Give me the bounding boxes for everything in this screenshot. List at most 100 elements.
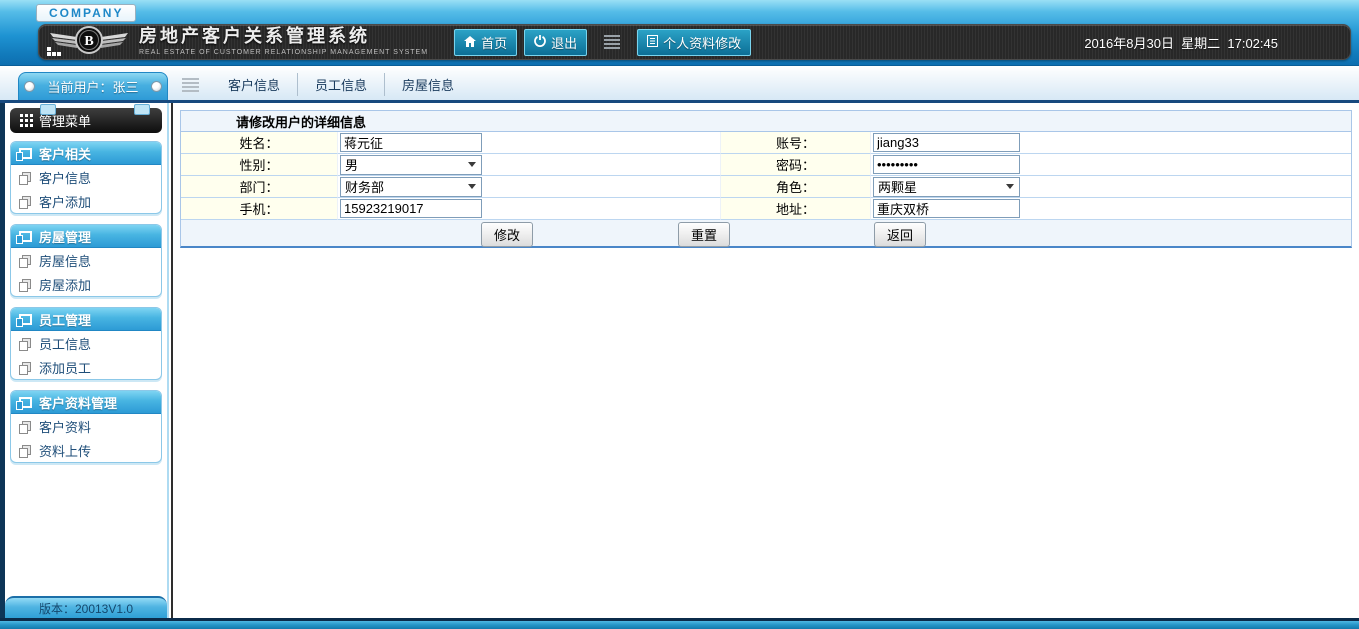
department-label: 部门： (181, 176, 338, 198)
sidebar-item-employee-add[interactable]: 添加员工 (11, 355, 161, 379)
logout-button[interactable]: 退出 (524, 28, 588, 56)
sidebar-item-customer-data[interactable]: 客户资料 (11, 414, 161, 438)
subnav-link-employee-info[interactable]: 员工信息 (298, 73, 386, 96)
user-edit-form: 请修改用户的详细信息 姓名： 账号： 性别： 男 密码： (180, 110, 1352, 248)
home-button[interactable]: 首页 (454, 28, 518, 56)
home-button-label: 首页 (481, 35, 508, 51)
subnav-link-house-info[interactable]: 房屋信息 (385, 73, 471, 96)
page-icon (19, 279, 31, 292)
sidebar-item-label: 客户添加 (39, 194, 92, 210)
svg-text:B: B (84, 34, 93, 49)
address-label: 地址： (721, 198, 871, 220)
sidebar-item-label: 员工信息 (39, 336, 92, 352)
sidebar-item-label: 添加员工 (39, 360, 92, 376)
app-subtitle: REAL ESTATE OF CUSTOMER RELATIONSHIP MAN… (139, 49, 429, 57)
role-field-cell: 两颗星 (871, 176, 1351, 198)
address-input[interactable] (873, 199, 1020, 218)
sidebar-section-employee: 员工管理 员工信息 添加员工 (10, 307, 162, 380)
account-field-cell (871, 132, 1351, 154)
winged-b-logo-icon: B (49, 24, 129, 61)
name-label: 姓名： (181, 132, 338, 154)
menu-lines-icon (604, 34, 621, 50)
subnav-link-customer-info[interactable]: 客户信息 (211, 73, 299, 96)
chevron-down-icon (1006, 184, 1014, 189)
section-title: 房屋管理 (39, 229, 92, 245)
app-title: 房地产客户关系管理系统 (139, 26, 370, 47)
sidebar-item-label: 客户信息 (39, 170, 92, 186)
account-input[interactable] (873, 133, 1020, 152)
name-field-cell (338, 132, 721, 154)
section-header-customer[interactable]: 客户相关 (11, 142, 161, 165)
sidebar-item-label: 房屋添加 (39, 277, 92, 293)
datetime-display: 2016年8月30日 星期二 17:02:45 (1084, 35, 1278, 51)
section-header-employee[interactable]: 员工管理 (11, 308, 161, 331)
sidebar-item-customer-info[interactable]: 客户信息 (11, 165, 161, 189)
section-header-customer-data[interactable]: 客户资料管理 (11, 391, 161, 414)
sidebar-menu-title: 管理菜单 (39, 114, 92, 129)
gender-label: 性别： (181, 154, 338, 176)
sidebar-item-house-info[interactable]: 房屋信息 (11, 248, 161, 272)
logout-button-label: 退出 (551, 35, 578, 51)
section-title: 客户相关 (39, 146, 92, 162)
header-band: B 房地产客户关系管理系统 REAL ESTATE OF CUSTOMER RE… (38, 24, 1351, 60)
mobile-label: 手机： (181, 198, 338, 220)
account-label: 账号： (721, 132, 871, 154)
sidebar-divider (167, 103, 175, 618)
page-icon (19, 362, 31, 375)
company-badge: COMPANY (36, 4, 137, 22)
sidebar-section-customer-data: 客户资料管理 客户资料 资料上传 (10, 390, 162, 463)
page-icon (19, 196, 31, 209)
window-icon (16, 396, 32, 410)
password-input[interactable] (873, 155, 1020, 174)
chevron-down-icon (468, 184, 476, 189)
header-nav: 首页 退出 个人资料修改 (454, 28, 752, 56)
sidebar-item-label: 资料上传 (39, 443, 92, 459)
back-button[interactable]: 返回 (874, 222, 927, 247)
body-row: 管理菜单 客户相关 客户信息 客户添加 房屋管理 房屋信息 房屋添加 员工管理 … (0, 103, 1359, 618)
current-user-tab: 当前用户：张三 (18, 72, 168, 100)
modify-button[interactable]: 修改 (481, 222, 534, 247)
grid-icon (20, 119, 23, 122)
role-select[interactable]: 两颗星 (873, 176, 1020, 197)
sidebar: 管理菜单 客户相关 客户信息 客户添加 房屋管理 房屋信息 房屋添加 员工管理 … (0, 103, 167, 618)
role-select-value: 两颗星 (878, 180, 918, 195)
password-field-cell (871, 154, 1351, 176)
screw-icon (24, 81, 35, 92)
sidebar-item-house-add[interactable]: 房屋添加 (11, 272, 161, 296)
page-icon (19, 338, 31, 351)
mobile-input[interactable] (340, 199, 482, 218)
sidebar-item-employee-info[interactable]: 员工信息 (11, 331, 161, 355)
sidebar-section-house: 房屋管理 房屋信息 房屋添加 (10, 224, 162, 297)
window-icon (16, 147, 32, 161)
department-field-cell: 财务部 (338, 176, 721, 198)
page-icon (19, 172, 31, 185)
chevron-down-icon (468, 162, 476, 167)
profile-edit-button[interactable]: 个人资料修改 (637, 28, 752, 56)
pixel-decoration (47, 52, 51, 56)
name-input[interactable] (340, 133, 482, 152)
gender-field-cell: 男 (338, 154, 721, 176)
reset-button[interactable]: 重置 (678, 222, 731, 247)
version-label: 版本：20013V1.0 (38, 601, 134, 616)
subnav-links: 客户信息 员工信息 房屋信息 (211, 73, 471, 96)
sidebar-item-data-upload[interactable]: 资料上传 (11, 438, 161, 462)
profile-edit-button-label: 个人资料修改 (663, 35, 742, 51)
window-icon (16, 230, 32, 244)
gender-select[interactable]: 男 (340, 154, 482, 175)
sidebar-menu-header: 管理菜单 (10, 104, 162, 133)
section-title: 员工管理 (39, 312, 92, 328)
sidebar-item-customer-add[interactable]: 客户添加 (11, 189, 161, 213)
password-label: 密码： (721, 154, 871, 176)
window-icon (16, 313, 32, 327)
mobile-field-cell (338, 198, 721, 220)
home-icon (464, 35, 477, 50)
department-select[interactable]: 财务部 (340, 176, 482, 197)
form-button-row: 修改 重置 返回 (181, 220, 1351, 247)
role-label: 角色： (721, 176, 871, 198)
app-header: COMPANY B 房地产客户关系管理系统 REAL ESTATE OF CUS… (0, 0, 1359, 66)
list-icon (647, 34, 659, 50)
section-header-house[interactable]: 房屋管理 (11, 225, 161, 248)
sidebar-item-label: 房屋信息 (39, 253, 92, 269)
current-user-label: 当前用户：张三 (47, 80, 139, 95)
version-bar: 版本：20013V1.0 (5, 596, 167, 618)
